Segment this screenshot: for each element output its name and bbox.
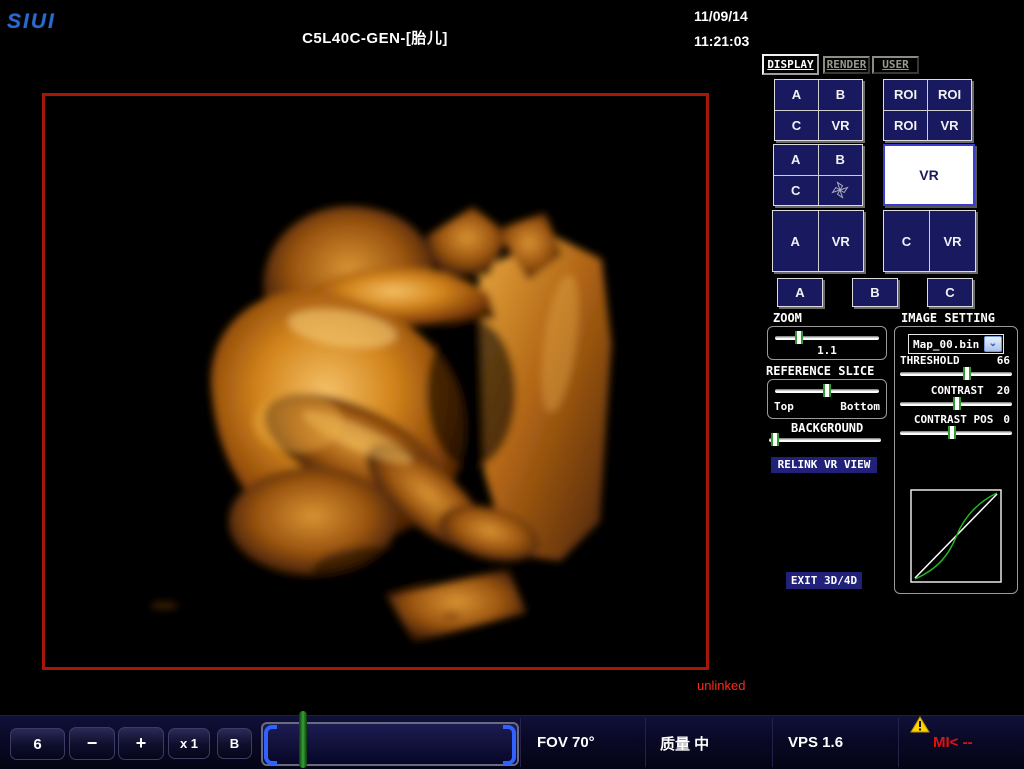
gain-button[interactable]: 6 (10, 728, 65, 760)
threshold-slider[interactable] (900, 372, 1012, 376)
layout-single-b[interactable]: B (852, 278, 898, 307)
b-mode-button[interactable]: B (217, 728, 252, 759)
contrast-value: 20 (997, 384, 1010, 397)
layout-single-a[interactable]: A (777, 278, 823, 307)
layout-cell-a2[interactable]: A (774, 145, 818, 175)
layout-cell-roi-1[interactable]: ROI (884, 80, 927, 110)
contrast-pos-label: CONTRAST POS (914, 413, 993, 426)
reference-slice-bottom-label: Bottom (840, 400, 880, 413)
zoom-label: ZOOM (773, 311, 802, 325)
background-slider[interactable] (769, 438, 881, 442)
cine-right-bracket-icon (503, 725, 516, 765)
layout-dual-avr: A VR (772, 210, 864, 272)
contrast-pos-row: CONTRAST POS 0 (900, 413, 1010, 426)
probe-preset-title: C5L40C-GEN-[胎儿] (230, 27, 520, 48)
vps-readout: VPS 1.6 (788, 734, 843, 751)
date-time: 11/09/14 11:21:03 (694, 4, 749, 54)
contrast-slider[interactable] (900, 402, 1012, 406)
layout-single-c[interactable]: C (927, 278, 973, 307)
contrast-pos-value: 0 (1003, 413, 1010, 426)
siui-logo: SIUI (7, 10, 56, 34)
reference-slice-top-label: Top (774, 400, 794, 413)
contrast-pos-slider-thumb[interactable] (948, 426, 956, 439)
pinwheel-icon (830, 180, 850, 200)
reference-slice-groupbox: Top Bottom (767, 379, 887, 419)
mi-readout: MI< -- (933, 734, 973, 751)
layout-cell-move[interactable] (819, 176, 863, 206)
zoom-groupbox: 1.1 (767, 326, 887, 360)
tab-render[interactable]: RENDER (823, 56, 870, 74)
background-label: BACKGROUND (791, 421, 863, 435)
layout-cell-a3[interactable]: A (773, 211, 818, 271)
layout-vr-full-selected[interactable]: VR (883, 144, 975, 206)
link-status: unlinked (697, 678, 745, 693)
image-setting-label: IMAGE SETTING (901, 311, 995, 325)
reference-slice-label: REFERENCE SLICE (766, 364, 874, 378)
chevron-down-icon[interactable]: ⌄ (984, 336, 1002, 352)
layout-cell-vr[interactable]: VR (819, 111, 862, 141)
layout-cell-b[interactable]: B (819, 80, 862, 110)
zoom-value: 1.1 (768, 344, 886, 357)
layout-cell-c[interactable]: C (775, 111, 818, 141)
layout-cell-roi-3[interactable]: ROI (884, 111, 927, 141)
contrast-row: CONTRAST 20 (900, 384, 1010, 397)
reference-slice-slider[interactable] (775, 389, 879, 393)
tab-user[interactable]: USER (872, 56, 919, 74)
layout-cell-roi-2[interactable]: ROI (928, 80, 971, 110)
map-select[interactable]: Map_00.bin ⌄ (908, 334, 1004, 354)
fov-readout: FOV 70° (537, 734, 595, 751)
quality-readout: 质量 中 (660, 733, 709, 754)
vr-viewport[interactable] (42, 93, 709, 670)
zoom-slider-thumb[interactable] (795, 331, 803, 344)
system-date: 11/09/14 (694, 4, 749, 29)
layout-quad-abcvr: A B C VR (774, 79, 863, 141)
map-select-value: Map_00.bin (909, 338, 984, 351)
background-slider-thumb[interactable] (771, 433, 779, 446)
layout-quad-roi: ROI ROI ROI VR (883, 79, 972, 141)
exit-3d4d-button[interactable]: EXIT 3D/4D (786, 572, 862, 589)
tab-display[interactable]: DISPLAY (762, 54, 819, 75)
zoom-in-button[interactable]: + (118, 727, 164, 760)
layout-quad-abc-move: A B C (773, 144, 863, 206)
contrast-slider-thumb[interactable] (953, 397, 961, 410)
layout-cell-c2[interactable]: C (774, 176, 818, 206)
threshold-value: 66 (997, 354, 1010, 367)
reference-slice-thumb[interactable] (823, 384, 831, 397)
layout-cell-roi-vr[interactable]: VR (928, 111, 971, 141)
contrast-pos-slider[interactable] (900, 431, 1012, 435)
cine-position-marker[interactable] (299, 711, 307, 768)
layout-dual-cvr: C VR (883, 210, 976, 272)
cine-left-bracket-icon (264, 725, 277, 765)
system-time: 11:21:03 (694, 29, 749, 54)
magnification-button[interactable]: x 1 (168, 728, 210, 759)
zoom-out-button[interactable]: − (69, 727, 115, 760)
layout-cell-c4[interactable]: C (884, 211, 929, 271)
vr-render-image (45, 96, 706, 667)
gamma-curve-chart (910, 489, 1002, 583)
layout-cell-b2[interactable]: B (819, 145, 863, 175)
contrast-label: CONTRAST (931, 384, 984, 397)
layout-cell-a[interactable]: A (775, 80, 818, 110)
zoom-slider[interactable] (775, 336, 879, 340)
threshold-slider-thumb[interactable] (963, 367, 971, 380)
threshold-label: THRESHOLD (900, 354, 960, 367)
layout-cell-vr4[interactable]: VR (930, 211, 975, 271)
threshold-row: THRESHOLD 66 (900, 354, 1010, 367)
warning-icon (910, 716, 930, 733)
relink-vr-view-button[interactable]: RELINK VR VIEW (771, 457, 877, 473)
layout-cell-vr3[interactable]: VR (819, 211, 864, 271)
